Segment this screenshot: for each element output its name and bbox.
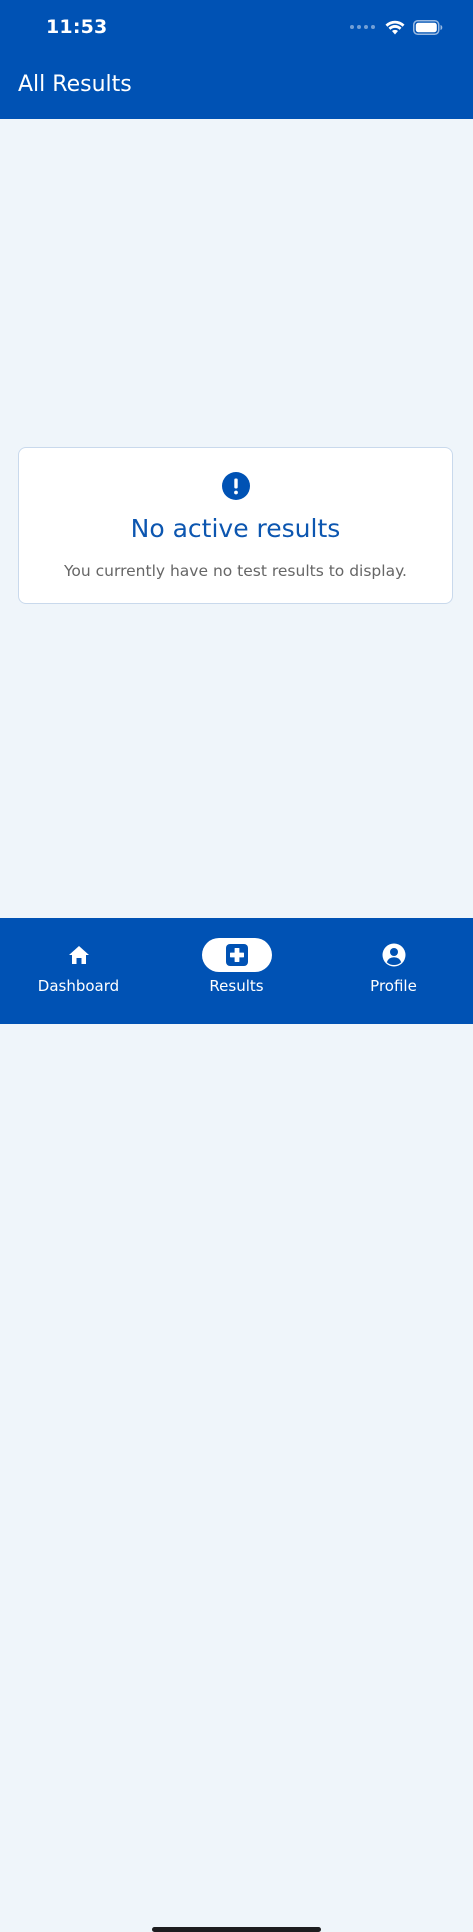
cellular-signal-icon [350, 25, 375, 29]
profile-icon-wrap [359, 938, 429, 972]
dashboard-icon-wrap [44, 938, 114, 972]
wifi-icon [385, 20, 405, 34]
tab-dashboard-label: Dashboard [37, 977, 120, 995]
battery-icon [413, 19, 443, 35]
user-circle-icon [382, 943, 405, 967]
status-icons [350, 17, 443, 37]
tab-dashboard[interactable]: Dashboard [0, 918, 157, 1008]
home-indicator [152, 1927, 321, 1932]
exclamation-circle-icon [221, 472, 250, 500]
empty-state-card: No active results You currently have no … [18, 447, 453, 604]
empty-state-message: You currently have no test results to di… [64, 562, 407, 580]
status-time: 11:53 [46, 16, 108, 38]
status-bar: 11:53 [0, 0, 473, 56]
tab-profile[interactable]: Profile [315, 918, 472, 1008]
results-content[interactable]: No active results You currently have no … [0, 119, 473, 918]
tab-results-label: Results [209, 977, 264, 995]
bottom-navigation: Dashboard Results Profile [0, 918, 473, 1932]
page-title: All Results [18, 72, 132, 97]
empty-state-title: No active results [130, 514, 341, 543]
results-icon-wrap [201, 938, 272, 972]
tab-results[interactable]: Results [158, 918, 315, 1008]
home-icon [68, 946, 89, 964]
tab-profile-label: Profile [370, 977, 417, 995]
medical-plus-icon [225, 944, 248, 966]
app-header: All Results [0, 56, 473, 119]
